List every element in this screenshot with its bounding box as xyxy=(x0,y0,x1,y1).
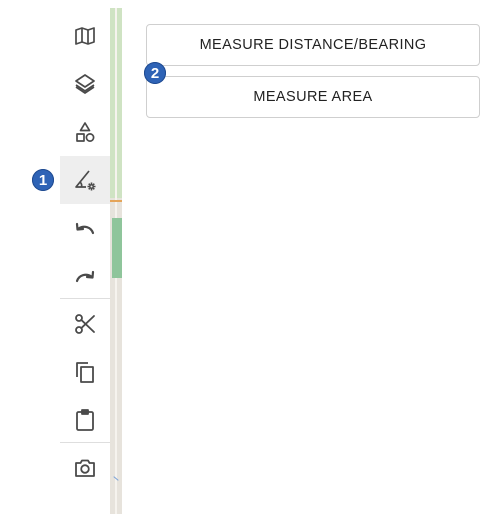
screenshot-button[interactable] xyxy=(60,444,110,492)
shapes-button[interactable] xyxy=(60,108,110,156)
camera-icon xyxy=(75,459,95,477)
toolbar-divider xyxy=(60,298,110,299)
map-boundary-line xyxy=(110,200,122,202)
callout-marker-1: 1 xyxy=(32,169,54,191)
toolbar-divider xyxy=(60,442,110,443)
undo-icon xyxy=(75,222,95,235)
shapes-icon xyxy=(76,122,95,142)
layers-button[interactable] xyxy=(60,60,110,108)
callout-marker-2: 2 xyxy=(144,62,166,84)
map-edge[interactable] xyxy=(110,8,122,514)
undo-button[interactable] xyxy=(60,204,110,252)
map-toolbar xyxy=(60,8,110,514)
scissors-icon xyxy=(75,314,95,334)
copy-button[interactable] xyxy=(60,348,110,396)
layers-icon xyxy=(75,74,95,94)
map-park-area xyxy=(112,218,122,278)
measure-distance-bearing-button[interactable]: MEASURE DISTANCE/BEARING xyxy=(146,24,480,66)
map-button[interactable] xyxy=(60,12,110,60)
clipboard-icon xyxy=(76,409,94,431)
map-icon xyxy=(75,27,95,45)
copy-icon xyxy=(76,362,94,383)
measure-tool-icon xyxy=(75,170,96,191)
redo-icon xyxy=(75,270,95,283)
measure-panel: MEASURE DISTANCE/BEARING MEASURE AREA xyxy=(146,24,480,118)
cut-button[interactable] xyxy=(60,300,110,348)
paste-button[interactable] xyxy=(60,396,110,444)
measure-area-button[interactable]: MEASURE AREA xyxy=(146,76,480,118)
measure-tool-button[interactable] xyxy=(60,156,110,204)
redo-button[interactable] xyxy=(60,252,110,300)
